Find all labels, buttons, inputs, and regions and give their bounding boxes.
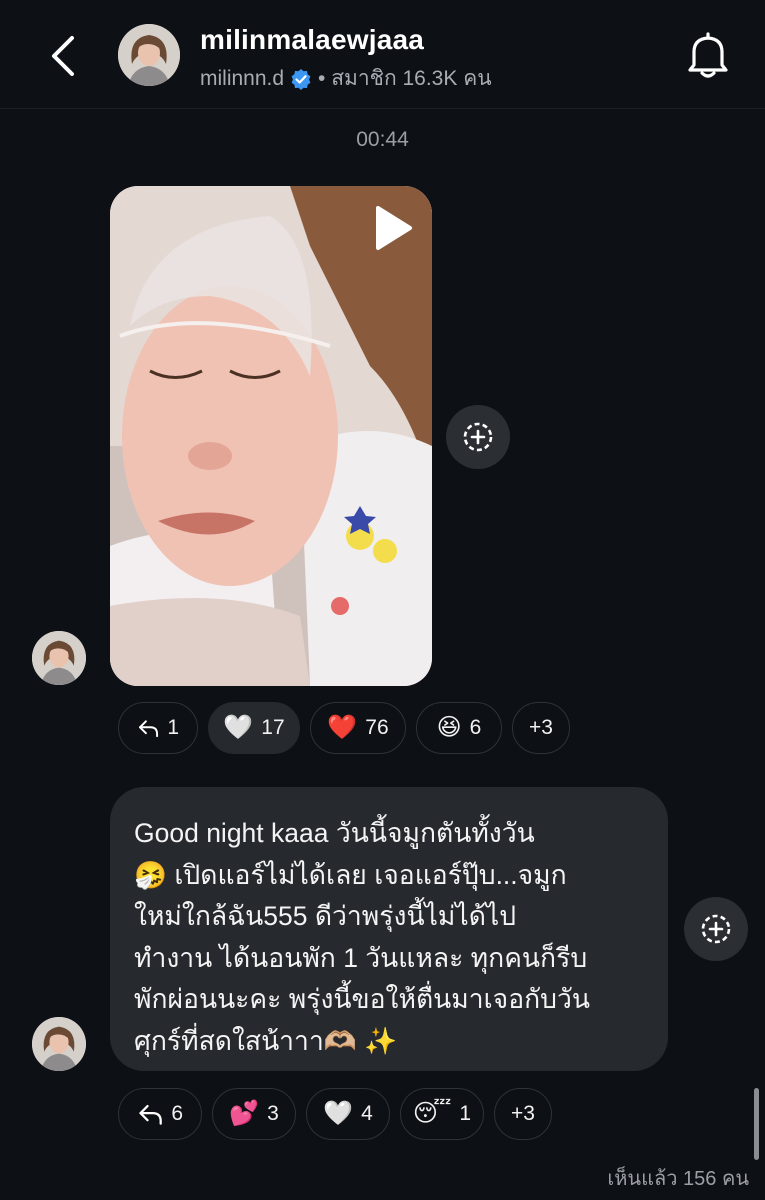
reply-count-chip[interactable]: 1 bbox=[118, 702, 198, 754]
reply-arrow-icon bbox=[139, 1104, 162, 1125]
reactions-bar: 6 💕 3 🤍 4 😴 1 +3 bbox=[118, 1088, 552, 1140]
message-text: Good night kaaa วันนี้จมูกตันทั้งวัน 🤧 เ… bbox=[134, 818, 590, 1056]
more-reactions-chip[interactable]: +3 bbox=[512, 702, 570, 754]
more-reactions-chip[interactable]: +3 bbox=[494, 1088, 552, 1140]
reaction-count: 4 bbox=[361, 1102, 373, 1125]
text-message-bubble[interactable]: Good night kaaa วันนี้จมูกตันทั้งวัน 🤧 เ… bbox=[110, 787, 668, 1071]
channel-username: milinnn.d bbox=[200, 66, 285, 90]
sender-avatar[interactable] bbox=[32, 1017, 86, 1071]
share-video-button[interactable] bbox=[446, 405, 510, 469]
sleeping-face-emoji: 😴 bbox=[412, 1100, 452, 1127]
more-reactions-count: +3 bbox=[529, 716, 553, 739]
sender-avatar[interactable] bbox=[32, 631, 86, 685]
two-hearts-emoji: 💕 bbox=[229, 1100, 260, 1127]
channel-subtitle: milinnn.d • สมาชิก 16.3K คน bbox=[200, 62, 492, 95]
video-message[interactable] bbox=[110, 186, 432, 686]
share-message-button[interactable] bbox=[684, 897, 748, 961]
chevron-left-icon bbox=[52, 36, 74, 76]
add-share-icon bbox=[463, 422, 493, 452]
seen-count: เห็นแล้ว 156 คน bbox=[607, 1168, 749, 1190]
reactions-bar: 1 🤍 17 ❤️ 76 😆 6 +3 bbox=[118, 702, 570, 754]
reaction-chip-two-hearts[interactable]: 💕 3 bbox=[212, 1088, 296, 1140]
message-timestamp: 00:44 bbox=[356, 128, 409, 151]
reaction-chip-laughing[interactable]: 😆 6 bbox=[416, 702, 502, 754]
reaction-chip-white-heart[interactable]: 🤍 17 bbox=[208, 702, 300, 754]
add-share-icon bbox=[701, 914, 731, 944]
reaction-count: 1 bbox=[459, 1102, 472, 1125]
verified-badge-icon bbox=[291, 68, 311, 90]
reaction-count: 76 bbox=[365, 716, 389, 739]
reaction-chip-white-heart[interactable]: 🤍 4 bbox=[306, 1088, 390, 1140]
red-heart-emoji: ❤️ bbox=[327, 714, 358, 741]
channel-header: milinmalaewjaaa milinnn.d • สมาชิก 16.3K… bbox=[0, 0, 765, 109]
scrollbar[interactable] bbox=[754, 1088, 759, 1160]
reaction-count: 3 bbox=[267, 1102, 279, 1125]
white-heart-emoji: 🤍 bbox=[323, 1100, 354, 1127]
reply-count: 1 bbox=[167, 716, 179, 739]
more-reactions-count: +3 bbox=[511, 1102, 535, 1125]
back-button[interactable] bbox=[44, 30, 84, 82]
white-heart-emoji: 🤍 bbox=[223, 714, 254, 741]
reaction-chip-red-heart[interactable]: ❤️ 76 bbox=[310, 702, 406, 754]
channel-avatar[interactable] bbox=[118, 24, 180, 86]
laughing-emoji: 😆 bbox=[436, 714, 462, 741]
channel-name[interactable]: milinmalaewjaaa bbox=[200, 24, 424, 56]
reply-count-chip[interactable]: 6 bbox=[118, 1088, 202, 1140]
reply-arrow-icon bbox=[139, 720, 159, 738]
play-icon[interactable] bbox=[370, 204, 414, 252]
bell-icon bbox=[688, 32, 728, 78]
notifications-button[interactable] bbox=[684, 30, 732, 80]
reaction-count: 17 bbox=[261, 716, 285, 739]
reaction-count: 6 bbox=[469, 716, 482, 739]
reply-count: 6 bbox=[171, 1102, 183, 1125]
video-thumbnail bbox=[110, 186, 432, 686]
member-count: • สมาชิก 16.3K คน bbox=[318, 67, 492, 90]
reaction-chip-sleeping[interactable]: 😴 1 bbox=[400, 1088, 484, 1140]
